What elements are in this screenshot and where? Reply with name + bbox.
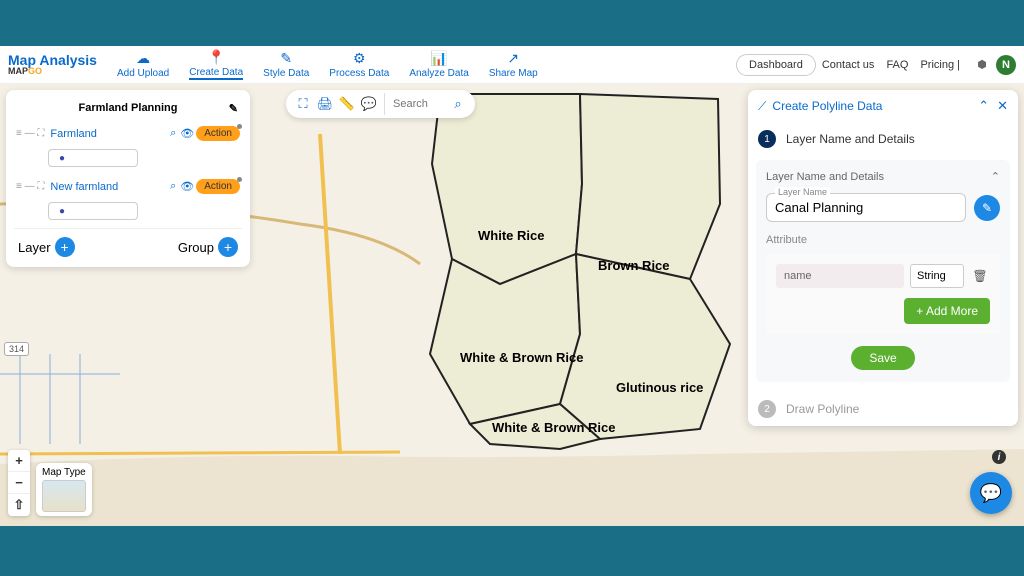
zoom-to-icon[interactable]: ⌕	[170, 127, 176, 140]
step-label: Layer Name and Details	[786, 132, 915, 146]
nav-style-data[interactable]: ✎Style Data	[263, 50, 309, 79]
road-badge: 314	[4, 342, 29, 356]
layer-drag-icon[interactable]: ≡ — ⛶	[16, 128, 44, 139]
polyline-icon: ⟋	[758, 99, 766, 114]
logo: Map Analysis	[8, 53, 97, 67]
layer-drag-icon[interactable]: ≡ — ⛶	[16, 181, 44, 192]
close-icon[interactable]: ✕	[997, 98, 1008, 114]
measure-icon[interactable]: 📏	[336, 93, 358, 115]
chevron-up-icon: ⌃	[991, 170, 1000, 183]
map-type-picker[interactable]: Map Type	[36, 463, 92, 516]
avatar[interactable]: N	[996, 55, 1016, 75]
locate-button[interactable]: ⇧	[8, 494, 30, 516]
comment-icon[interactable]: 💬	[358, 93, 380, 115]
info-icon[interactable]: i	[992, 450, 1006, 464]
add-more-button[interactable]: Add More	[904, 298, 990, 324]
layer-name[interactable]: Farmland	[50, 128, 168, 140]
zoom-in-button[interactable]: +	[8, 450, 30, 472]
attr-name-field[interactable]: name	[776, 264, 904, 288]
layer-row: ≡ — ⛶ New farmland ⌕ 👁 Action	[14, 175, 242, 198]
save-button[interactable]: Save	[851, 346, 914, 370]
region-label: White & Brown Rice	[492, 420, 616, 435]
pin-icon: 📍	[207, 49, 224, 66]
fullscreen-icon[interactable]: ⛶	[292, 93, 314, 115]
map-toolbar: ⛶ 🖨 📏 💬 ⌕	[286, 90, 475, 118]
add-layer-button[interactable]: +	[55, 237, 75, 257]
logo-sub: MAPGO	[8, 67, 101, 76]
region-label: Glutinous rice	[616, 380, 703, 395]
layer-action-button[interactable]: Action	[196, 126, 240, 141]
panel-title: Create Polyline Data	[772, 99, 970, 113]
nav-share-map[interactable]: ↗Share Map	[489, 50, 538, 79]
nav-create-data[interactable]: 📍Create Data	[189, 49, 243, 80]
collapse-icon[interactable]: ⌃	[978, 98, 989, 114]
layer-style-swatch[interactable]	[48, 202, 138, 220]
nav-analyze-data[interactable]: 📊Analyze Data	[409, 50, 468, 79]
step-label: Draw Polyline	[786, 402, 859, 416]
edit-title-icon[interactable]: ✎	[229, 102, 238, 115]
region-label: White Rice	[478, 228, 544, 243]
step-number: 1	[758, 130, 776, 148]
contact-link[interactable]: Contact us	[822, 59, 875, 71]
attribute-label: Attribute	[766, 234, 1000, 246]
pencil-icon: ✎	[280, 50, 292, 67]
visibility-icon[interactable]: 👁	[180, 127, 194, 140]
layer-row: ≡ — ⛶ Farmland ⌕ 👁 Action	[14, 122, 242, 145]
add-group-button[interactable]: +	[218, 237, 238, 257]
search-icon[interactable]: ⌕	[447, 93, 469, 115]
zoom-to-icon[interactable]: ⌕	[170, 180, 176, 193]
zoom-controls: + − ⇧	[8, 450, 30, 516]
region-label: White & Brown Rice	[460, 350, 584, 365]
panel-title: Farmland Planning	[78, 102, 177, 114]
create-polyline-panel: ⟋ Create Polyline Data ⌃ ✕ 1 Layer Name …	[748, 90, 1018, 426]
nav-process-data[interactable]: ⚙Process Data	[329, 50, 389, 79]
layer-name[interactable]: New farmland	[50, 181, 168, 193]
region-label: Brown Rice	[598, 258, 670, 273]
chart-icon: 📊	[430, 50, 447, 67]
layer-name-input[interactable]	[775, 200, 957, 215]
gear-icon: ⚙	[353, 50, 366, 67]
layer-name-label: Layer Name	[775, 187, 830, 197]
map-canvas[interactable]: White Rice Brown Rice White & Brown Rice…	[0, 84, 1024, 526]
visibility-icon[interactable]: 👁	[180, 180, 194, 193]
pricing-link[interactable]: Pricing |	[920, 59, 960, 71]
map-type-thumb	[42, 480, 86, 512]
share-icon: ↗	[507, 50, 519, 67]
edit-layer-button[interactable]: ✎	[974, 195, 1000, 221]
section-toggle[interactable]: Layer Name and Details ⌃	[766, 170, 1000, 183]
cloud-upload-icon: ☁	[136, 50, 150, 67]
layers-panel: Farmland Planning ✎ ≡ — ⛶ Farmland ⌕ 👁 A…	[6, 90, 250, 267]
add-layer-label: Layer	[18, 240, 51, 255]
zoom-out-button[interactable]: −	[8, 472, 30, 494]
print-icon[interactable]: 🖨	[314, 93, 336, 115]
faq-link[interactable]: FAQ	[886, 59, 908, 71]
layer-style-swatch[interactable]	[48, 149, 138, 167]
apps-icon[interactable]: ⬢	[974, 57, 990, 73]
chat-button[interactable]: 💬	[970, 472, 1012, 514]
map-type-label: Map Type	[42, 467, 86, 478]
delete-attr-icon[interactable]: 🗑	[970, 269, 990, 283]
app-header: Map Analysis MAPGO ☁Add Upload 📍Create D…	[0, 46, 1024, 84]
step-number: 2	[758, 400, 776, 418]
layer-action-button[interactable]: Action	[196, 179, 240, 194]
attr-type-select[interactable]: String	[910, 264, 964, 288]
search-input[interactable]	[393, 98, 447, 110]
dashboard-button[interactable]: Dashboard	[736, 54, 816, 76]
add-group-label: Group	[178, 240, 214, 255]
nav-add-upload[interactable]: ☁Add Upload	[117, 50, 169, 79]
